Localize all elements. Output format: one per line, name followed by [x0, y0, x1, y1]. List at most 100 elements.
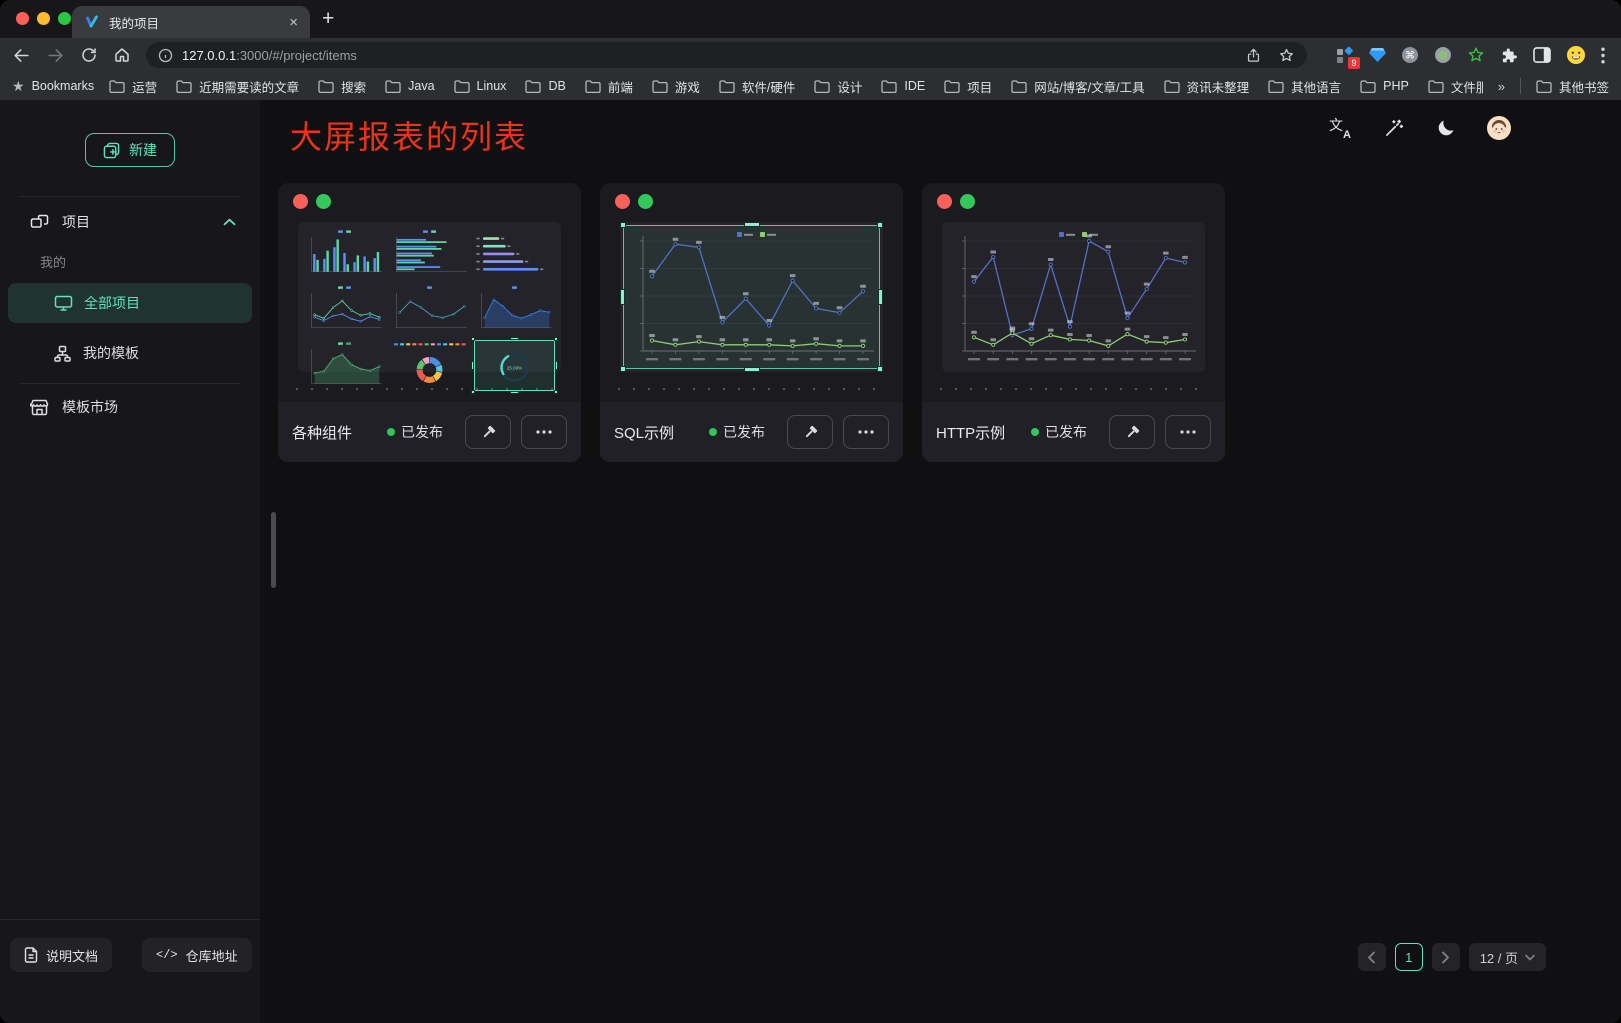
- forward-icon[interactable]: [46, 46, 65, 65]
- bookmark-folder[interactable]: PHP: [1360, 79, 1409, 93]
- bookmark-folder[interactable]: 运营: [109, 77, 157, 96]
- mini-chart-hbars[interactable]: [389, 228, 470, 280]
- extension-grid-icon[interactable]: 9: [1336, 46, 1354, 64]
- bookmark-folder[interactable]: Java: [385, 79, 434, 93]
- bookmark-folder[interactable]: 搜索: [318, 77, 366, 96]
- mini-chart-donut[interactable]: [389, 340, 470, 392]
- project-preview[interactable]: [942, 222, 1205, 372]
- selection-handle[interactable]: [620, 366, 626, 372]
- sidebar-item-my-templates[interactable]: 我的模板: [8, 333, 252, 373]
- window-controls[interactable]: [16, 12, 71, 25]
- home-icon[interactable]: [113, 46, 131, 64]
- extension-gem-icon[interactable]: [1369, 47, 1386, 63]
- selection-handle[interactable]: [510, 337, 519, 340]
- bookmark-folder[interactable]: 网站/博客/文章/工具: [1011, 77, 1144, 96]
- bookmark-folder[interactable]: Linux: [454, 79, 507, 93]
- sidebar-item-template-market[interactable]: 模板市场: [0, 388, 260, 426]
- sidebar-section-projects[interactable]: 项目: [0, 204, 260, 240]
- mini-chart-gauge[interactable]: 25.00%: [474, 340, 555, 392]
- project-preview[interactable]: [620, 222, 883, 372]
- reload-icon[interactable]: [80, 46, 98, 64]
- bookmark-folder[interactable]: 设计: [814, 77, 862, 96]
- share-icon[interactable]: [1245, 47, 1262, 64]
- mini-chart-line[interactable]: [389, 284, 470, 336]
- address-bar[interactable]: 127.0.0.1:3000/#/project/items: [146, 42, 1307, 68]
- close-window-button[interactable]: [16, 12, 29, 25]
- mini-chart-area[interactable]: [474, 284, 555, 336]
- other-bookmarks-folder[interactable]: 其他书签: [1536, 77, 1609, 96]
- repo-button[interactable]: </> 仓库地址: [142, 938, 252, 972]
- mini-chart-strips[interactable]: [474, 228, 555, 280]
- bookmark-folder[interactable]: 游戏: [652, 77, 700, 96]
- new-tab-button[interactable]: +: [322, 7, 334, 31]
- edit-button[interactable]: [787, 415, 833, 449]
- project-preview[interactable]: 25.00%: [298, 222, 561, 372]
- selection-handle[interactable]: [554, 337, 558, 341]
- selection-handle[interactable]: [471, 361, 474, 370]
- current-page-button[interactable]: 1: [1395, 943, 1423, 971]
- selection-handle[interactable]: [471, 337, 475, 341]
- minimize-window-button[interactable]: [37, 12, 50, 25]
- bookmark-folder[interactable]: 其他语言: [1268, 77, 1341, 96]
- mini-chart-area[interactable]: [304, 340, 385, 392]
- selection-handle[interactable]: [744, 367, 760, 372]
- extension-star-icon[interactable]: [1467, 46, 1485, 64]
- selection-handle[interactable]: [510, 391, 519, 394]
- theme-wand-icon[interactable]: [1381, 116, 1405, 140]
- extension-command-icon[interactable]: ⌘: [1401, 46, 1419, 64]
- more-button[interactable]: [843, 415, 889, 449]
- selection-handle[interactable]: [554, 390, 558, 394]
- scrollbar-thumb[interactable]: [271, 512, 276, 588]
- mini-chart-line[interactable]: [304, 284, 385, 336]
- project-card[interactable]: 25.00% 各种组件 已发布: [278, 183, 581, 462]
- dark-mode-moon-icon[interactable]: [1434, 116, 1458, 140]
- preview-chart-panel[interactable]: [623, 225, 880, 369]
- selection-handle[interactable]: [620, 222, 626, 228]
- bookmarks-overflow-chevron[interactable]: »: [1498, 79, 1505, 94]
- edit-button[interactable]: [1109, 415, 1155, 449]
- side-panel-icon[interactable]: [1533, 47, 1551, 63]
- site-info-icon[interactable]: [158, 48, 173, 63]
- bookmark-folder[interactable]: IDE: [881, 79, 925, 93]
- extensions-puzzle-icon[interactable]: [1500, 46, 1518, 64]
- edit-button[interactable]: [465, 415, 511, 449]
- url-text[interactable]: 127.0.0.1:3000/#/project/items: [182, 48, 357, 63]
- selection-handle[interactable]: [555, 361, 558, 370]
- bookmark-folder[interactable]: 资讯未整理: [1164, 77, 1250, 96]
- selection-handle[interactable]: [877, 366, 883, 372]
- docs-button[interactable]: 说明文档: [10, 938, 112, 972]
- chevron-up-icon[interactable]: [223, 218, 236, 226]
- page-size-select[interactable]: 12 / 页: [1469, 943, 1546, 971]
- user-avatar[interactable]: [1487, 116, 1511, 140]
- project-card[interactable]: HTTP示例 已发布: [922, 183, 1225, 462]
- selection-handle[interactable]: [620, 289, 625, 305]
- bookmark-folder[interactable]: DB: [525, 79, 565, 93]
- bookmark-folder[interactable]: 软件/硬件: [719, 77, 795, 96]
- more-button[interactable]: [521, 415, 567, 449]
- selection-handle[interactable]: [878, 289, 883, 305]
- browser-tab[interactable]: 我的项目 ×: [72, 6, 310, 38]
- selection-handle[interactable]: [744, 222, 760, 227]
- prev-page-button[interactable]: [1358, 943, 1386, 971]
- selection-handle[interactable]: [471, 390, 475, 394]
- bookmark-folder[interactable]: 项目: [944, 77, 992, 96]
- bookmark-folder[interactable]: 近期需要读的文章: [176, 77, 299, 96]
- bookmark-folder[interactable]: 前端: [585, 77, 633, 96]
- language-toggle-icon[interactable]: 文A: [1328, 116, 1352, 140]
- next-page-button[interactable]: [1432, 943, 1460, 971]
- tab-close-icon[interactable]: ×: [289, 15, 298, 30]
- new-project-button[interactable]: 新建: [85, 133, 175, 167]
- more-button[interactable]: [1165, 415, 1211, 449]
- back-icon[interactable]: [12, 46, 31, 65]
- preview-chart-panel[interactable]: [945, 225, 1202, 369]
- extension-record-icon[interactable]: [1434, 46, 1452, 64]
- selection-handle[interactable]: [877, 222, 883, 228]
- mini-chart-vbars[interactable]: [304, 228, 385, 280]
- bookmark-star-icon[interactable]: [1278, 47, 1295, 64]
- zoom-window-button[interactable]: [58, 12, 71, 25]
- bookmarks-root[interactable]: ★ Bookmarks: [12, 78, 94, 95]
- profile-avatar-emoji[interactable]: [1566, 45, 1586, 65]
- sidebar-item-all-projects[interactable]: 全部项目: [8, 283, 252, 323]
- browser-menu-icon[interactable]: [1601, 47, 1605, 64]
- project-card[interactable]: SQL示例 已发布: [600, 183, 903, 462]
